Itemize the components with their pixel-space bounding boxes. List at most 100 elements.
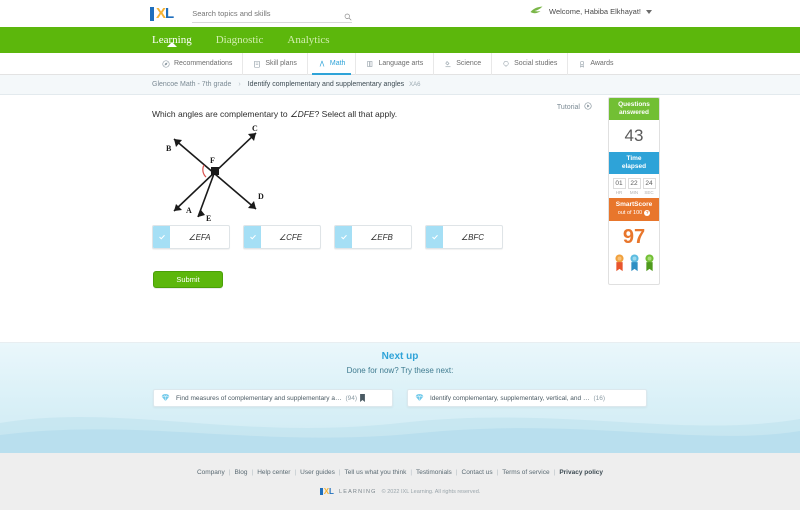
breadcrumb: Glencoe Math - 7th grade › Identify comp… xyxy=(0,75,800,95)
footer-link-privacy[interactable]: Privacy policy xyxy=(559,469,603,476)
smartscore-header: SmartScore out of 100 ? xyxy=(609,198,659,221)
checkbox-efb[interactable] xyxy=(335,226,352,248)
footer-link-company[interactable]: Company xyxy=(197,469,225,476)
timer-seconds-value: 24 xyxy=(642,178,656,189)
chevron-down-icon[interactable] xyxy=(646,9,652,14)
footer-link-contact-us[interactable]: Contact us xyxy=(462,469,493,476)
logo-bar-icon xyxy=(150,6,154,21)
breadcrumb-parent[interactable]: Glencoe Math - 7th grade xyxy=(152,81,231,88)
nav-item-analytics-label: Analytics xyxy=(287,34,330,46)
tab-skill-plans-label: Skill plans xyxy=(265,60,297,67)
user-menu[interactable]: Welcome, Habiba Elkhayat! xyxy=(530,6,652,17)
smartscore-value: 97 xyxy=(622,226,646,248)
footer-sep: | xyxy=(553,469,556,476)
questions-answered-title-2: answered xyxy=(619,109,649,116)
tab-skill-plans[interactable]: Skill plans xyxy=(243,52,308,75)
footer-logo: XL xyxy=(319,487,334,496)
answer-choice-cfe[interactable]: ∠CFE xyxy=(243,225,321,249)
timer-hours: 01 HR xyxy=(612,178,626,195)
timer: 01 HR 22 MIN 24 SEC xyxy=(609,174,659,198)
question-mark-icon[interactable]: ? xyxy=(644,210,651,216)
svg-text:E: E xyxy=(206,214,211,223)
tab-math[interactable]: Math xyxy=(308,52,357,75)
answer-choice-efb-label: ∠EFB xyxy=(370,232,393,242)
tab-science[interactable]: Science xyxy=(434,52,493,75)
footer-link-terms[interactable]: Terms of service xyxy=(502,469,549,476)
tab-science-label: Science xyxy=(456,60,482,67)
tab-recommendations[interactable]: Recommendations xyxy=(152,52,244,75)
answer-choice-bfc-label: ∠BFC xyxy=(460,232,485,242)
search-icon[interactable] xyxy=(344,8,352,26)
ribbon-icon xyxy=(578,60,586,68)
ixl-logo[interactable]: XL xyxy=(150,6,174,22)
tab-social-studies[interactable]: Social studies xyxy=(492,52,569,75)
svg-text:B: B xyxy=(166,144,172,153)
checkbox-cfe[interactable] xyxy=(244,226,261,248)
nav-item-diagnostic[interactable]: Diagnostic xyxy=(216,34,264,46)
subject-tab-bar: Recommendations Skill plans Math Languag… xyxy=(0,52,800,75)
footer-link-feedback[interactable]: Tell us what you think xyxy=(345,469,407,476)
answer-choice-efa[interactable]: ∠EFA xyxy=(152,225,230,249)
timer-minutes-label: MIN xyxy=(629,190,639,195)
question-area: Which angles are complementary to ∠DFE? … xyxy=(0,95,800,343)
question-text: Which angles are complementary to ∠DFE? … xyxy=(152,109,397,120)
books-icon xyxy=(366,60,374,68)
svg-text:F: F xyxy=(210,156,215,165)
footer-learning-word: LEARNING xyxy=(338,488,377,495)
footer: Company | Blog | Help center | User guides |… xyxy=(0,453,800,510)
timer-hours-value: 01 xyxy=(612,178,626,189)
footer-logo-l: L xyxy=(329,487,334,496)
diamond-icon xyxy=(415,389,424,407)
timer-hours-label: HR xyxy=(615,190,623,195)
top-bar: XL Welcome, Habiba Elkhayat! xyxy=(0,0,800,27)
score-panel: Questions answered 43 Time elapsed 01 HR… xyxy=(608,97,660,285)
answer-choice-efa-label: ∠EFA xyxy=(188,232,211,242)
welcome-text: Welcome, Habiba Elkhayat! xyxy=(549,7,641,16)
breadcrumb-separator-icon: › xyxy=(238,81,241,88)
footer-link-testimonials[interactable]: Testimonials xyxy=(416,469,452,476)
next-up-card-2-count: (16) xyxy=(593,394,606,402)
tab-awards[interactable]: Awards xyxy=(568,53,623,75)
answer-choice-bfc[interactable]: ∠BFC xyxy=(425,225,503,249)
svg-text:C: C xyxy=(252,125,258,133)
logo-x-text: X xyxy=(156,4,166,22)
checkbox-bfc[interactable] xyxy=(426,226,443,248)
nav-item-analytics[interactable]: Analytics xyxy=(287,34,329,46)
tutorial-link[interactable]: Tutorial xyxy=(557,102,592,112)
tab-awards-label: Awards xyxy=(590,60,614,67)
skill-code: XA6 xyxy=(409,81,421,88)
timer-minutes: 22 MIN xyxy=(627,178,641,195)
logo-l-text: L xyxy=(165,4,175,22)
next-up-subtitle: Done for now? Try these next: xyxy=(346,366,454,375)
search-box[interactable] xyxy=(192,5,353,26)
footer-link-blog[interactable]: Blog xyxy=(234,469,247,476)
ribbon-green-icon xyxy=(644,254,655,277)
timer-seconds-label: SEC xyxy=(644,190,654,195)
smartscore-subtitle-row: out of 100 ? xyxy=(609,209,659,217)
tab-language-arts[interactable]: Language arts xyxy=(356,52,435,75)
footer-link-help-center[interactable]: Help center xyxy=(257,469,290,476)
clipboard-icon xyxy=(253,60,261,68)
footer-sep: | xyxy=(251,469,254,476)
search-input[interactable] xyxy=(192,8,333,18)
bookmark-icon xyxy=(360,389,365,407)
answer-choice-efb[interactable]: ∠EFB xyxy=(334,225,412,249)
submit-button-label: Submit xyxy=(176,275,200,284)
tab-social-studies-label: Social studies xyxy=(514,60,558,67)
submit-button[interactable]: Submit xyxy=(153,271,223,288)
footer-links: Company | Blog | Help center | User guides |… xyxy=(0,469,800,476)
next-up-title: Next up xyxy=(381,351,419,362)
footer-link-user-guides[interactable]: User guides xyxy=(300,469,335,476)
next-up-card-2[interactable]: Identify complementary, supplementary, v… xyxy=(407,389,647,407)
play-circle-icon[interactable] xyxy=(584,102,592,112)
checkbox-efa[interactable] xyxy=(153,226,170,248)
nav-item-learning[interactable]: Learning xyxy=(152,34,192,47)
next-up-card-1[interactable]: Find measures of complementary and suppl… xyxy=(153,389,393,407)
footer-logo-bar-icon xyxy=(319,488,323,495)
nav-item-diagnostic-label: Diagnostic xyxy=(215,34,264,46)
answer-choice-cfe-label: ∠CFE xyxy=(278,232,303,242)
smartscore-subtitle: out of 100 xyxy=(617,210,643,216)
question-angle: ∠DFE xyxy=(289,109,315,119)
footer-sep: | xyxy=(455,469,458,476)
svg-text:A: A xyxy=(186,206,192,215)
